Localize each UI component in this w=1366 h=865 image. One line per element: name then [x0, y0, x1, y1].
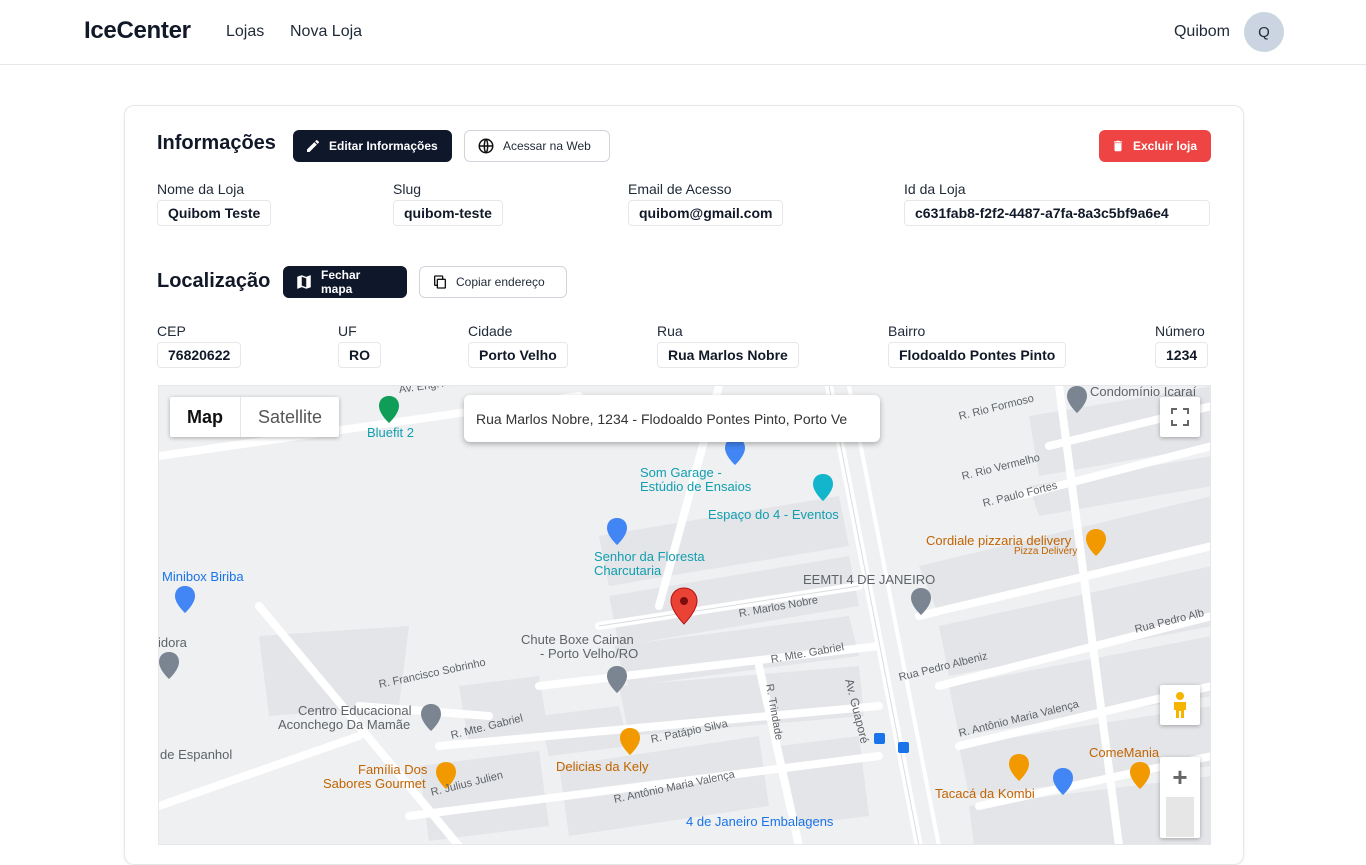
- copy-address-label: Copiar endereço: [456, 275, 545, 289]
- field-label-email: Email de Acesso: [628, 181, 732, 197]
- field-value-email: quibom@gmail.com: [628, 200, 784, 226]
- zoom-in-button[interactable]: +: [1160, 757, 1200, 797]
- poi-label[interactable]: Tacacá da Kombi: [935, 786, 1035, 801]
- brand-logo[interactable]: IceCenter: [84, 17, 191, 45]
- edit-info-button[interactable]: Editar Informações: [293, 130, 452, 162]
- poi-label[interactable]: Centro Educacional: [298, 703, 411, 718]
- field-value-city: Porto Velho: [468, 342, 568, 368]
- poi-label[interactable]: Espaço do 4 - Eventos: [708, 507, 839, 522]
- field-value-store-id: c631fab8-f2f2-4487-a7fa-8a3c5bf9a6e4: [904, 200, 1210, 226]
- poi-label[interactable]: Som Garage -: [640, 465, 722, 480]
- poi-label[interactable]: Chute Boxe Cainan: [521, 632, 634, 647]
- top-navbar: IceCenter Lojas Nova Loja Quibom Q: [0, 0, 1366, 65]
- pegman-icon: [1174, 692, 1186, 718]
- map-address-box: Rua Marlos Nobre, 1234 - Flodoaldo Ponte…: [464, 395, 880, 442]
- field-label-uf: UF: [338, 323, 357, 339]
- poi-label[interactable]: de Espanhol: [160, 747, 232, 762]
- field-value-slug: quibom-teste: [393, 200, 503, 226]
- poi-label[interactable]: - Porto Velho/RO: [540, 646, 638, 661]
- poi-label[interactable]: Senhor da Floresta: [594, 549, 705, 564]
- poi-label[interactable]: Charcutaria: [594, 563, 661, 578]
- field-label-city: Cidade: [468, 323, 513, 339]
- poi-label[interactable]: ComeMania: [1089, 745, 1159, 760]
- info-section-title: Informações: [157, 132, 276, 154]
- poi-label[interactable]: EEMTI 4 DE JANEIRO: [803, 572, 935, 587]
- field-label-cep: CEP: [157, 323, 186, 339]
- map-icon: [297, 275, 311, 289]
- nav-link-nova-loja[interactable]: Nova Loja: [290, 23, 362, 41]
- nav-link-lojas[interactable]: Lojas: [226, 23, 264, 41]
- poi-label[interactable]: idora: [159, 635, 187, 650]
- copy-address-button[interactable]: Copiar endereço: [419, 266, 567, 298]
- trash-icon: [1113, 140, 1123, 152]
- close-map-label: Fechar mapa: [321, 268, 361, 296]
- avatar[interactable]: Q: [1244, 12, 1284, 52]
- field-label-number: Número: [1155, 323, 1205, 339]
- user-name[interactable]: Quibom: [1174, 23, 1230, 41]
- poi-label[interactable]: Delicias da Kely: [556, 759, 649, 774]
- delete-store-label: Excluir loja: [1133, 139, 1198, 153]
- field-value-district: Flodoaldo Pontes Pinto: [888, 342, 1067, 368]
- field-label-slug: Slug: [393, 181, 422, 197]
- zoom-controls: + −: [1160, 757, 1200, 838]
- location-map[interactable]: Bluefit 2 Som Garage - Estúdio de Ensaio…: [158, 385, 1211, 845]
- map-streets-layer: [159, 386, 1210, 844]
- close-map-button[interactable]: Fechar mapa: [283, 266, 407, 298]
- field-label-district: Bairro: [888, 323, 926, 339]
- poi-label[interactable]: Minibox Biriba: [162, 569, 244, 584]
- poi-label[interactable]: Sabores Gourmet: [323, 776, 426, 791]
- poi-label[interactable]: Aconchego Da Mamãe: [278, 717, 410, 732]
- delete-store-button[interactable]: Excluir loja: [1099, 130, 1211, 162]
- poi-label[interactable]: Bluefit 2: [367, 425, 414, 440]
- map-type-toggle: Map Satellite: [170, 397, 340, 437]
- field-value-street: Rua Marlos Nobre: [657, 342, 799, 368]
- fullscreen-icon: [1171, 408, 1189, 426]
- globe-icon: [478, 138, 494, 154]
- open-web-label: Acessar na Web: [503, 139, 591, 153]
- open-web-button[interactable]: Acessar na Web: [464, 130, 610, 162]
- poi-label[interactable]: 4 de Janeiro Embalagens: [686, 814, 833, 829]
- map-type-map[interactable]: Map: [170, 397, 240, 437]
- map-type-satellite[interactable]: Satellite: [240, 397, 339, 437]
- field-label-street: Rua: [657, 323, 683, 339]
- field-value-store-name: Quibom Teste: [157, 200, 272, 226]
- zoom-divider: [1166, 797, 1194, 837]
- poi-label[interactable]: Estúdio de Ensaios: [640, 479, 751, 494]
- street-view-button[interactable]: [1160, 685, 1200, 725]
- poi-label[interactable]: Família Dos: [358, 762, 427, 777]
- fullscreen-button[interactable]: [1160, 397, 1200, 437]
- field-value-cep: 76820622: [157, 342, 242, 368]
- field-label-store-id: Id da Loja: [904, 181, 966, 197]
- location-section-title: Localização: [157, 270, 271, 292]
- pencil-icon: [307, 139, 320, 152]
- field-value-uf: RO: [338, 342, 381, 368]
- copy-icon: [434, 275, 446, 289]
- field-label-store-name: Nome da Loja: [157, 181, 245, 197]
- edit-info-label: Editar Informações: [329, 139, 438, 153]
- poi-label[interactable]: Pizza Delivery: [1014, 546, 1077, 557]
- field-value-number: 1234: [1155, 342, 1209, 368]
